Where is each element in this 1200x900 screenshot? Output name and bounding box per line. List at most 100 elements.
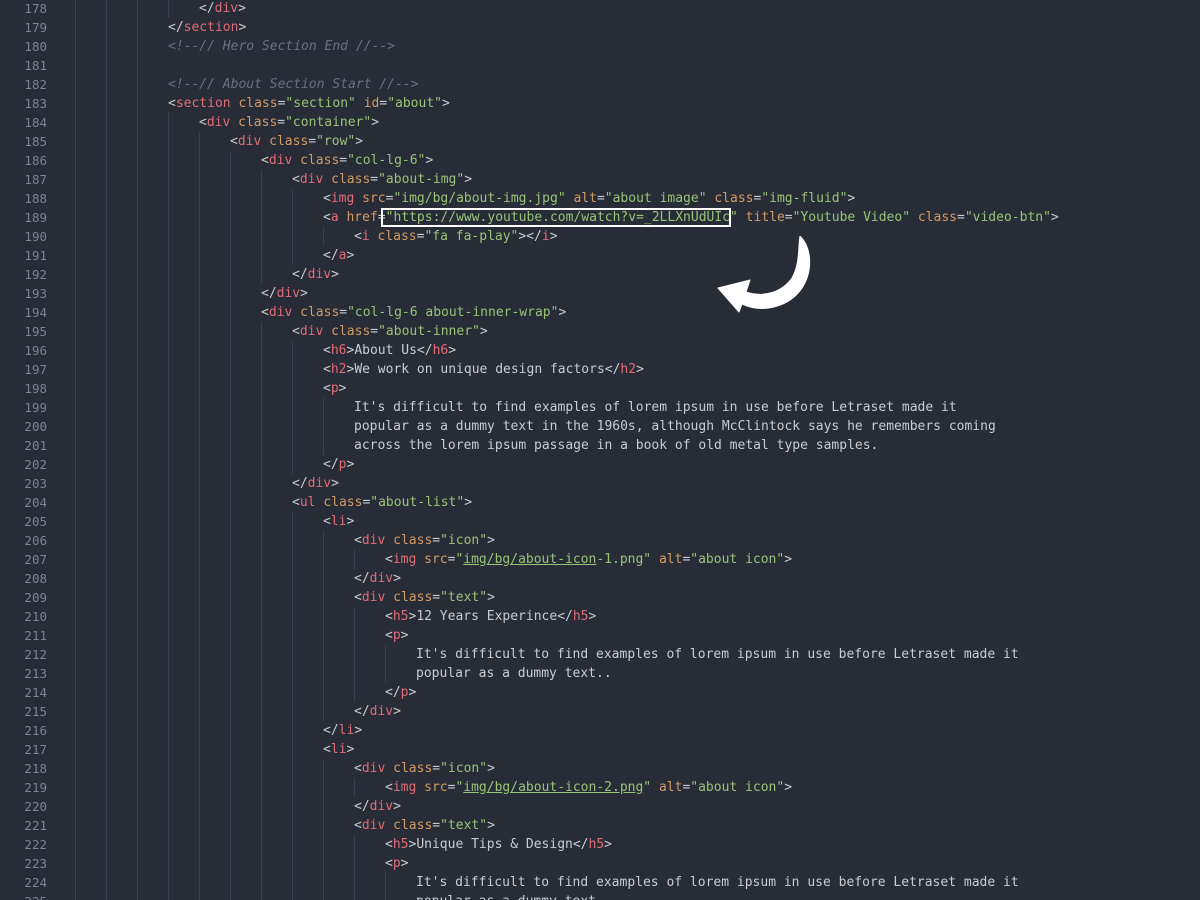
code-token-punct: < [354,533,362,548]
code-line[interactable]: 200 popular as a dummy text in the 1960s,… [0,417,1200,436]
line-number: 180 [24,39,47,54]
indent-guide [199,588,200,607]
code-token-tag: i [541,229,550,244]
code-line[interactable]: 207 <img src="img/bg/about-icon-1.png" al… [0,550,1200,569]
code-token-tag: div [299,324,324,339]
code-line[interactable]: 199 It's difficult to find examples of lo… [0,398,1200,417]
indent-guide [292,892,293,900]
indent-guide [385,892,386,900]
indent-guide [106,778,107,797]
code-line[interactable]: 197 <h2>We work on unique design factors<… [0,360,1200,379]
indent-guide [354,645,355,664]
code-line[interactable]: 204 <ul class="about-list"> [0,493,1200,512]
code-line-content: <div class="about-inner"> [292,322,488,341]
code-line[interactable]: 193 </div> [0,284,1200,303]
indent-guide [168,303,169,322]
code-line[interactable]: 191 </a> [0,246,1200,265]
code-line[interactable]: 202 </p> [0,455,1200,474]
indent-guide [261,208,262,227]
code-area[interactable]: 178 </div> 179 </section> 180 <!--// Hero Sec… [0,0,1200,900]
code-token-punct: < [323,343,331,358]
code-editor[interactable]: 178 </div> 179 </section> 180 <!--// Hero Sec… [0,0,1200,900]
code-line[interactable]: 182 <!--// About Section Start //--> [0,75,1200,94]
code-token-punct: > [393,799,401,814]
code-line[interactable]: 181 [0,56,1200,75]
code-line[interactable]: 221 <div class="text"> [0,816,1200,835]
code-line-content: <h5>12 Years Experince</h5> [385,607,596,626]
code-line[interactable]: 195 <div class="about-inner"> [0,322,1200,341]
indent-guide [261,721,262,740]
indent-guide [168,702,169,721]
code-line[interactable]: 219 <img src="img/bg/about-icon-2.png" al… [0,778,1200,797]
indent-guide [106,56,107,75]
indent-guide [230,550,231,569]
code-line[interactable]: 218 <div class="icon"> [0,759,1200,778]
line-number: 214 [24,685,47,700]
code-token-punct: ></ [518,229,542,244]
code-line[interactable]: 201 across the lorem ipsum passage in a b… [0,436,1200,455]
code-line[interactable]: 224 It's difficult to find examples of lo… [0,873,1200,892]
indent-guide [75,94,76,113]
line-number: 217 [24,742,47,757]
indent-guide [75,721,76,740]
code-line[interactable]: 220 </div> [0,797,1200,816]
code-line[interactable]: 192 </div> [0,265,1200,284]
code-line[interactable]: 215 </div> [0,702,1200,721]
indent-guide [75,189,76,208]
code-token-str: "about-list" [370,495,465,510]
code-line[interactable]: 225 popular as a dummy text.. [0,892,1200,900]
code-line[interactable]: 194 <div class="col-lg-6 about-inner-wrap… [0,303,1200,322]
code-line[interactable]: 205 <li> [0,512,1200,531]
code-token-str: "text" [440,818,488,833]
indent-guide [75,873,76,892]
code-line[interactable]: 217 <li> [0,740,1200,759]
code-line[interactable]: 186 <div class="col-lg-6"> [0,151,1200,170]
code-line-content: <div class="about-img"> [292,170,472,189]
indent-guide [75,360,76,379]
indent-guide [292,360,293,379]
code-line[interactable]: 185 <div class="row"> [0,132,1200,151]
indent-guide [168,569,169,588]
code-line[interactable]: 222 <h5>Unique Tips & Design</h5> [0,835,1200,854]
line-number: 222 [24,837,47,852]
code-line[interactable]: 206 <div class="icon"> [0,531,1200,550]
code-line[interactable]: 203 </div> [0,474,1200,493]
code-line[interactable]: 209 <div class="text"> [0,588,1200,607]
code-line[interactable]: 214 </p> [0,683,1200,702]
code-line[interactable]: 211 <p> [0,626,1200,645]
code-line[interactable]: 184 <div class="container"> [0,113,1200,132]
code-token-tag: li [330,514,347,529]
indent-guide [292,512,293,531]
code-token-attr: class [238,96,278,111]
code-line-content: <!--// Hero Section End //--> [168,37,395,56]
code-line[interactable]: 187 <div class="about-img"> [0,170,1200,189]
code-line[interactable]: 198 <p> [0,379,1200,398]
code-line[interactable]: 183 <section class="section" id="about"> [0,94,1200,113]
code-line[interactable]: 208 </div> [0,569,1200,588]
code-token-punct: < [385,552,393,567]
code-line[interactable]: 223 <p> [0,854,1200,873]
indent-guide [75,227,76,246]
code-token-attr: class [300,305,340,320]
indent-guide [199,569,200,588]
code-line[interactable]: 178 </div> [0,0,1200,18]
indent-guide [323,645,324,664]
code-token-attr: class [323,495,363,510]
indent-guide [75,113,76,132]
indent-guide [75,550,76,569]
code-line[interactable]: 190 <i class="fa fa-play"></i> [0,227,1200,246]
code-token-tag: div [214,1,239,16]
code-line[interactable]: 180 <!--// Hero Section End //--> [0,37,1200,56]
code-line[interactable]: 213 popular as a dummy text.. [0,664,1200,683]
code-line[interactable]: 216 </li> [0,721,1200,740]
indent-guide [75,75,76,94]
indent-guide [261,379,262,398]
line-number: 220 [24,799,47,814]
code-line[interactable]: 188 <img src="img/bg/about-img.jpg" alt="… [0,189,1200,208]
code-line[interactable]: 210 <h5>12 Years Experince</h5> [0,607,1200,626]
code-line[interactable]: 196 <h6>About Us</h6> [0,341,1200,360]
indent-guide [323,702,324,721]
indent-guide [168,892,169,900]
code-line[interactable]: 212 It's difficult to find examples of lo… [0,645,1200,664]
code-line[interactable]: 179 </section> [0,18,1200,37]
